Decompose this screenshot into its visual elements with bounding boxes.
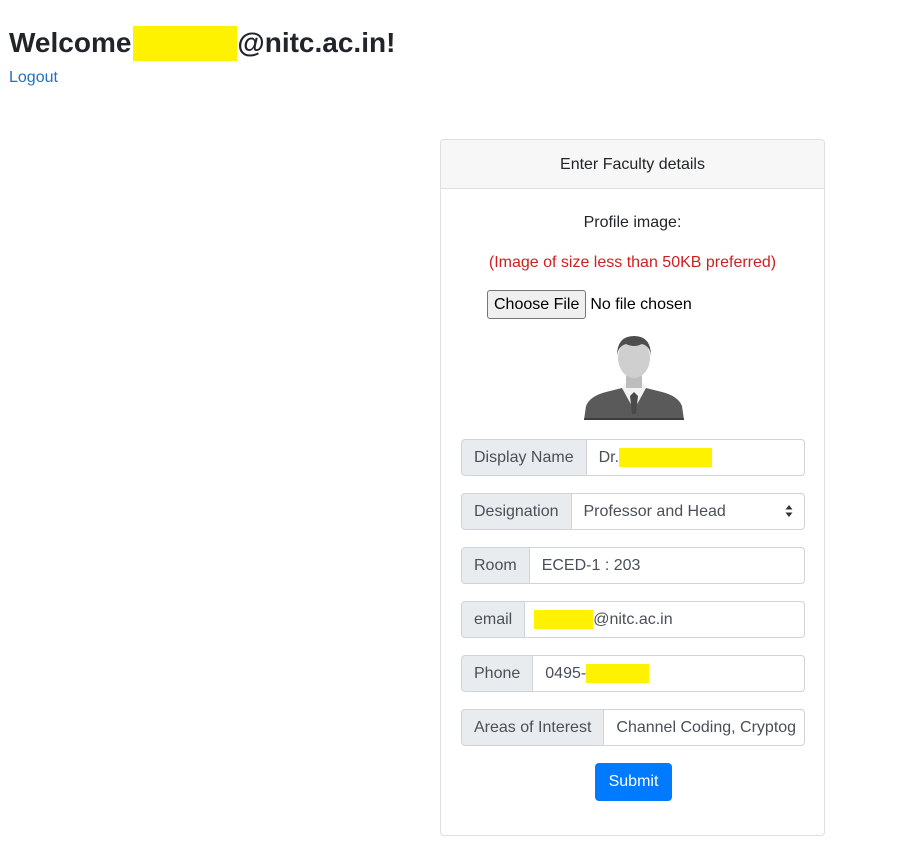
file-input[interactable]: Choose File No file chosen [487,290,692,319]
phone-label: Phone [461,655,534,692]
redacted-display-name [619,448,713,467]
email-input[interactable]: @nitc.ac.in [525,601,805,638]
redacted-phone-number [586,664,650,683]
redacted-email-user [534,610,594,629]
welcome-prefix: Welcome [9,27,132,58]
room-label: Room [461,547,530,584]
room-group: Room ECED-1 : 203 [461,547,805,584]
welcome-suffix: @nitc.ac.in! [237,27,396,58]
room-input[interactable]: ECED-1 : 203 [529,547,805,584]
phone-prefix: 0495- [545,665,587,682]
email-label: email [461,601,526,638]
profile-placeholder-icon [584,336,684,420]
display-name-label: Display Name [461,439,587,476]
interests-input[interactable]: Channel Coding, Cryptog [604,709,805,746]
image-size-hint: (Image of size less than 50KB preferred) [488,254,777,271]
designation-value: Professor and Head [583,503,726,520]
redacted-username [133,26,238,61]
faculty-details-card: Enter Faculty details Profile image: (Im… [440,139,825,836]
display-name-input[interactable]: Dr. [586,439,805,476]
submit-button[interactable]: Submit [595,763,672,801]
email-group: email @nitc.ac.in [461,601,805,638]
file-status-text: No file chosen [590,295,692,313]
display-name-prefix: Dr. [598,449,620,466]
display-name-group: Display Name Dr. [461,439,805,476]
interests-label: Areas of Interest [461,709,605,746]
phone-group: Phone 0495- [461,655,805,692]
choose-file-button[interactable]: Choose File [487,290,587,319]
logout-link[interactable]: Logout [9,68,58,88]
designation-label: Designation [461,493,572,530]
interests-group: Areas of Interest Channel Coding, Crypto… [461,709,805,746]
email-domain: @nitc.ac.in [593,611,673,628]
phone-input[interactable]: 0495- [533,655,805,692]
designation-group: Designation Professor and Head [461,493,805,530]
card-title: Enter Faculty details [441,140,824,189]
select-caret-icon [785,505,793,517]
designation-select[interactable]: Professor and Head [571,493,805,530]
welcome-heading: Welcome @nitc.ac.in! [9,26,395,61]
profile-image-label: Profile image: [583,214,682,231]
